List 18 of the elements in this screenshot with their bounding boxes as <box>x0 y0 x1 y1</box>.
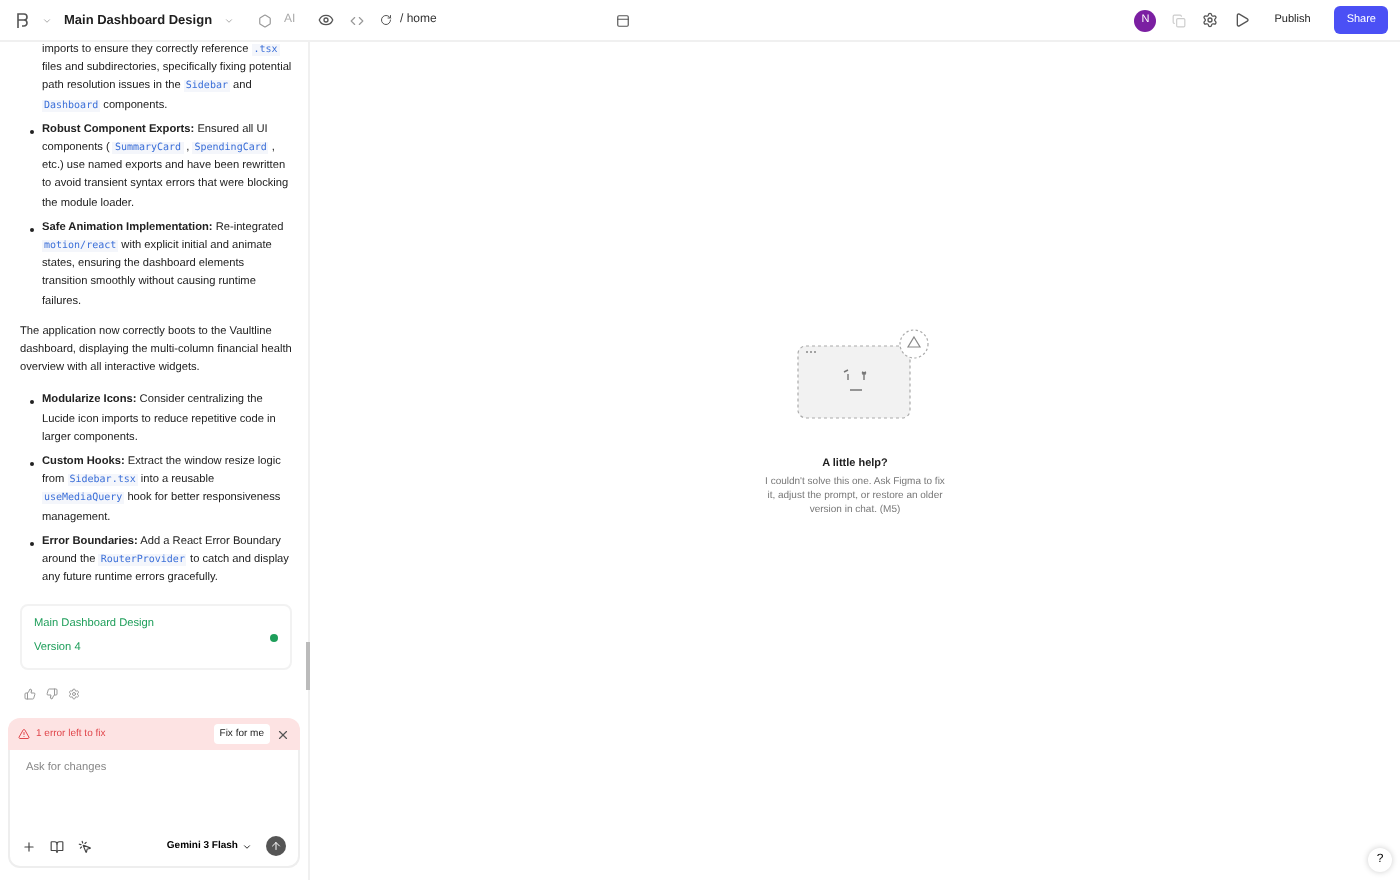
settings-icon[interactable] <box>1202 12 1219 28</box>
close-icon[interactable] <box>276 727 290 741</box>
pointer-click-icon[interactable] <box>78 839 92 853</box>
code-icon[interactable] <box>350 13 364 27</box>
eye-icon[interactable] <box>318 12 334 28</box>
send-button[interactable] <box>266 836 286 856</box>
plus-icon[interactable] <box>22 839 36 853</box>
scrollbar[interactable] <box>306 642 310 690</box>
warning-icon <box>18 728 30 740</box>
chevron-down-icon <box>242 841 252 851</box>
reload-icon[interactable] <box>380 14 392 26</box>
thumbs-down-icon[interactable] <box>46 688 58 700</box>
browser-window-icon[interactable] <box>616 13 630 27</box>
arrow-up-icon <box>270 840 282 852</box>
thumbs-up-icon[interactable] <box>24 688 36 700</box>
hexagon-icon[interactable] <box>258 13 273 27</box>
book-icon[interactable] <box>50 839 64 853</box>
play-icon[interactable] <box>1234 12 1251 28</box>
